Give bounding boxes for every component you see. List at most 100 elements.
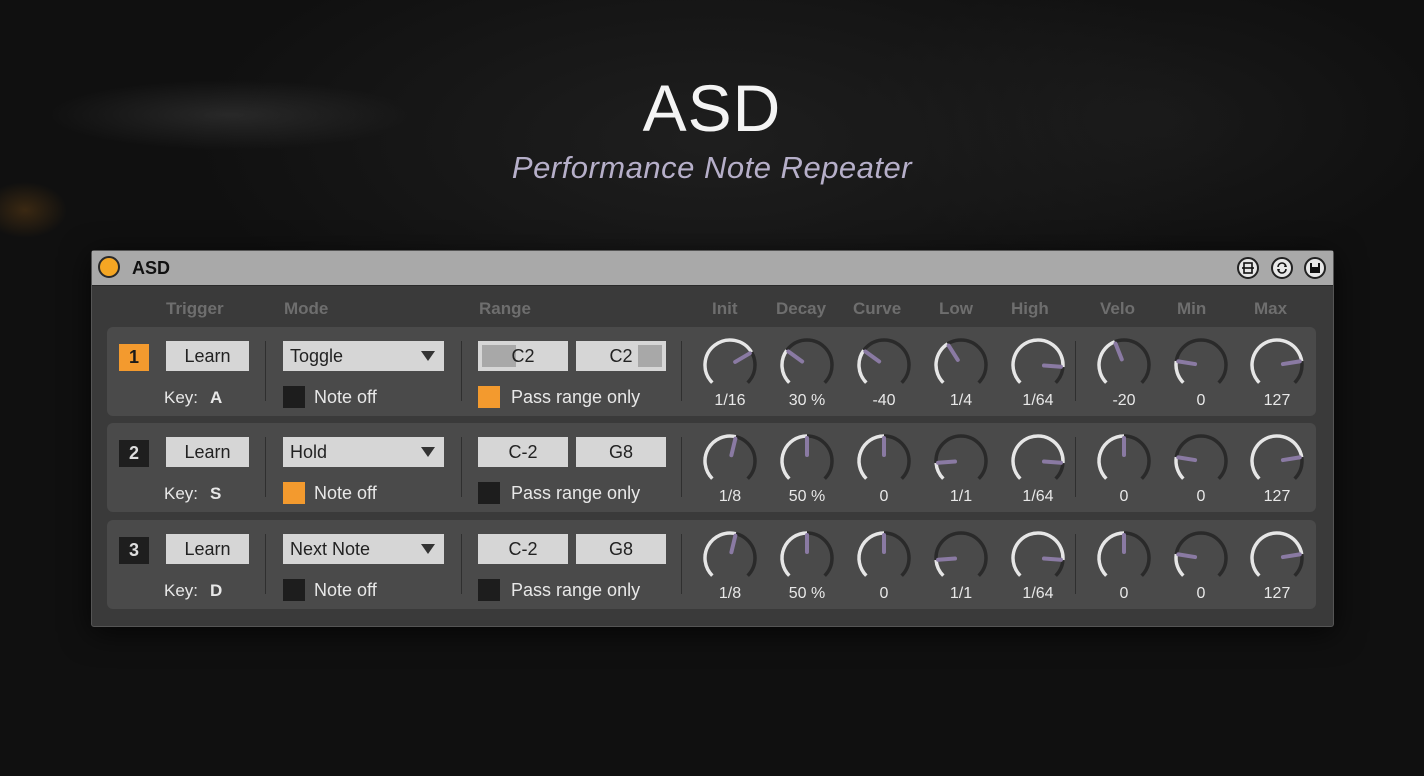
knob-value-arc — [1174, 456, 1185, 480]
mode-row-1: 1 Learn Key: A Toggle Note off C2 C2 Pass range … — [107, 327, 1316, 416]
row-divider — [265, 341, 266, 401]
page-subtitle: Performance Note Repeater — [511, 150, 913, 185]
col-header-high: High — [1011, 299, 1049, 318]
knob-pointer — [729, 436, 738, 458]
mode-dropdown[interactable]: Toggle — [283, 341, 444, 371]
note-off-checkbox[interactable] — [283, 579, 305, 601]
range-high-field[interactable]: C2 — [576, 341, 666, 371]
knob-value-label: -40 — [872, 392, 896, 409]
knob-pointer — [786, 349, 805, 364]
knob-dial-icon — [934, 338, 988, 384]
note-off-label: Note off — [314, 483, 377, 503]
row-number-badge[interactable]: 1 — [119, 344, 149, 371]
save-icon[interactable] — [1304, 257, 1326, 279]
knob-value-arc — [1174, 360, 1185, 384]
knob-value-label: 0 — [1119, 488, 1129, 505]
knob-decay[interactable]: 30 % — [774, 331, 840, 411]
knob-high[interactable]: 1/64 — [1005, 427, 1071, 507]
range-high-field[interactable]: G8 — [576, 437, 666, 467]
row-number-badge[interactable]: 3 — [119, 537, 149, 564]
map-icon[interactable] — [1237, 257, 1259, 279]
range-high-value: G8 — [608, 538, 633, 559]
key-value: A — [210, 388, 223, 407]
knob-dial-icon — [1174, 531, 1228, 577]
key-assignment: Key: D — [164, 581, 222, 601]
learn-button[interactable]: Learn — [166, 534, 249, 564]
col-header-max: Max — [1254, 299, 1288, 318]
knob-value-arc — [703, 338, 754, 384]
col-header-velo: Velo — [1100, 299, 1135, 318]
pass-range-checkbox[interactable] — [478, 386, 500, 408]
range-low-field[interactable]: C-2 — [478, 437, 568, 467]
knob-value-arc — [857, 434, 885, 480]
row-divider — [681, 341, 682, 401]
knob-low[interactable]: 1/1 — [928, 427, 994, 507]
range-high-field[interactable]: G8 — [576, 534, 666, 564]
knob-curve[interactable]: 0 — [851, 427, 917, 507]
note-off-checkbox[interactable] — [283, 386, 305, 408]
mode-dropdown[interactable]: Hold — [283, 437, 444, 467]
row-divider — [1075, 534, 1076, 594]
note-off-checkbox[interactable] — [283, 482, 305, 504]
knob-value-label: 30 % — [788, 392, 826, 409]
knob-init[interactable]: 1/8 — [697, 427, 763, 507]
knob-dial-icon — [934, 531, 988, 577]
knob-value-label: 1/4 — [949, 392, 973, 409]
knob-pointer — [1113, 341, 1124, 362]
knob-dial-icon — [780, 338, 834, 384]
knob-value-arc — [1097, 340, 1116, 384]
knob-min[interactable]: 0 — [1168, 524, 1234, 604]
knob-value-arc — [780, 349, 791, 384]
key-value: S — [210, 484, 222, 503]
knob-value-label: 1/1 — [949, 488, 973, 505]
knob-pointer — [729, 533, 738, 555]
knob-low[interactable]: 1/4 — [928, 331, 994, 411]
device-power-toggle[interactable] — [98, 256, 120, 278]
row-divider — [681, 437, 682, 497]
range-low-field[interactable]: C2 — [478, 341, 568, 371]
knob-velo[interactable]: 0 — [1091, 524, 1157, 604]
knob-max[interactable]: 127 — [1244, 331, 1310, 411]
row-number-badge[interactable]: 2 — [119, 440, 149, 467]
knob-min[interactable]: 0 — [1168, 331, 1234, 411]
knob-high[interactable]: 1/64 — [1005, 524, 1071, 604]
knob-velo[interactable]: -20 — [1091, 331, 1157, 411]
hot-swap-icon[interactable] — [1271, 257, 1293, 279]
knob-value-label: 1/16 — [714, 392, 746, 409]
pass-range-checkbox[interactable] — [478, 579, 500, 601]
knob-value-label: -20 — [1112, 392, 1136, 409]
key-assignment: Key: A — [164, 388, 222, 408]
knob-max[interactable]: 127 — [1244, 524, 1310, 604]
knob-dial-icon — [857, 338, 911, 384]
knob-decay[interactable]: 50 % — [774, 524, 840, 604]
knob-curve[interactable]: -40 — [851, 331, 917, 411]
col-header-init: Init — [712, 299, 738, 318]
knob-value-arc — [1011, 434, 1065, 480]
knob-pointer — [1176, 359, 1198, 367]
range-low-value: C2 — [511, 345, 535, 366]
knob-pointer — [733, 351, 752, 364]
knob-max[interactable]: 127 — [1244, 427, 1310, 507]
knob-min[interactable]: 0 — [1168, 427, 1234, 507]
learn-button[interactable]: Learn — [166, 341, 249, 371]
pass-range-checkbox[interactable] — [478, 482, 500, 504]
learn-button[interactable]: Learn — [166, 437, 249, 467]
range-low-field[interactable]: C-2 — [478, 534, 568, 564]
knob-low[interactable]: 1/1 — [928, 524, 994, 604]
knob-init[interactable]: 1/16 — [697, 331, 763, 411]
knob-decay[interactable]: 50 % — [774, 427, 840, 507]
knob-dial-icon — [1097, 531, 1151, 577]
knob-pointer — [1280, 455, 1302, 463]
knob-init[interactable]: 1/8 — [697, 524, 763, 604]
knob-velo[interactable]: 0 — [1091, 427, 1157, 507]
col-header-min: Min — [1177, 299, 1207, 318]
knob-curve[interactable]: 0 — [851, 524, 917, 604]
knob-high[interactable]: 1/64 — [1005, 331, 1071, 411]
knob-dial-icon — [857, 434, 911, 480]
mode-value: Next Note — [290, 538, 371, 559]
knob-dial-icon — [934, 434, 988, 480]
knob-value-arc — [1097, 434, 1125, 480]
knob-dial-icon — [1174, 434, 1228, 480]
knob-pointer — [1176, 455, 1198, 463]
mode-dropdown[interactable]: Next Note — [283, 534, 444, 564]
